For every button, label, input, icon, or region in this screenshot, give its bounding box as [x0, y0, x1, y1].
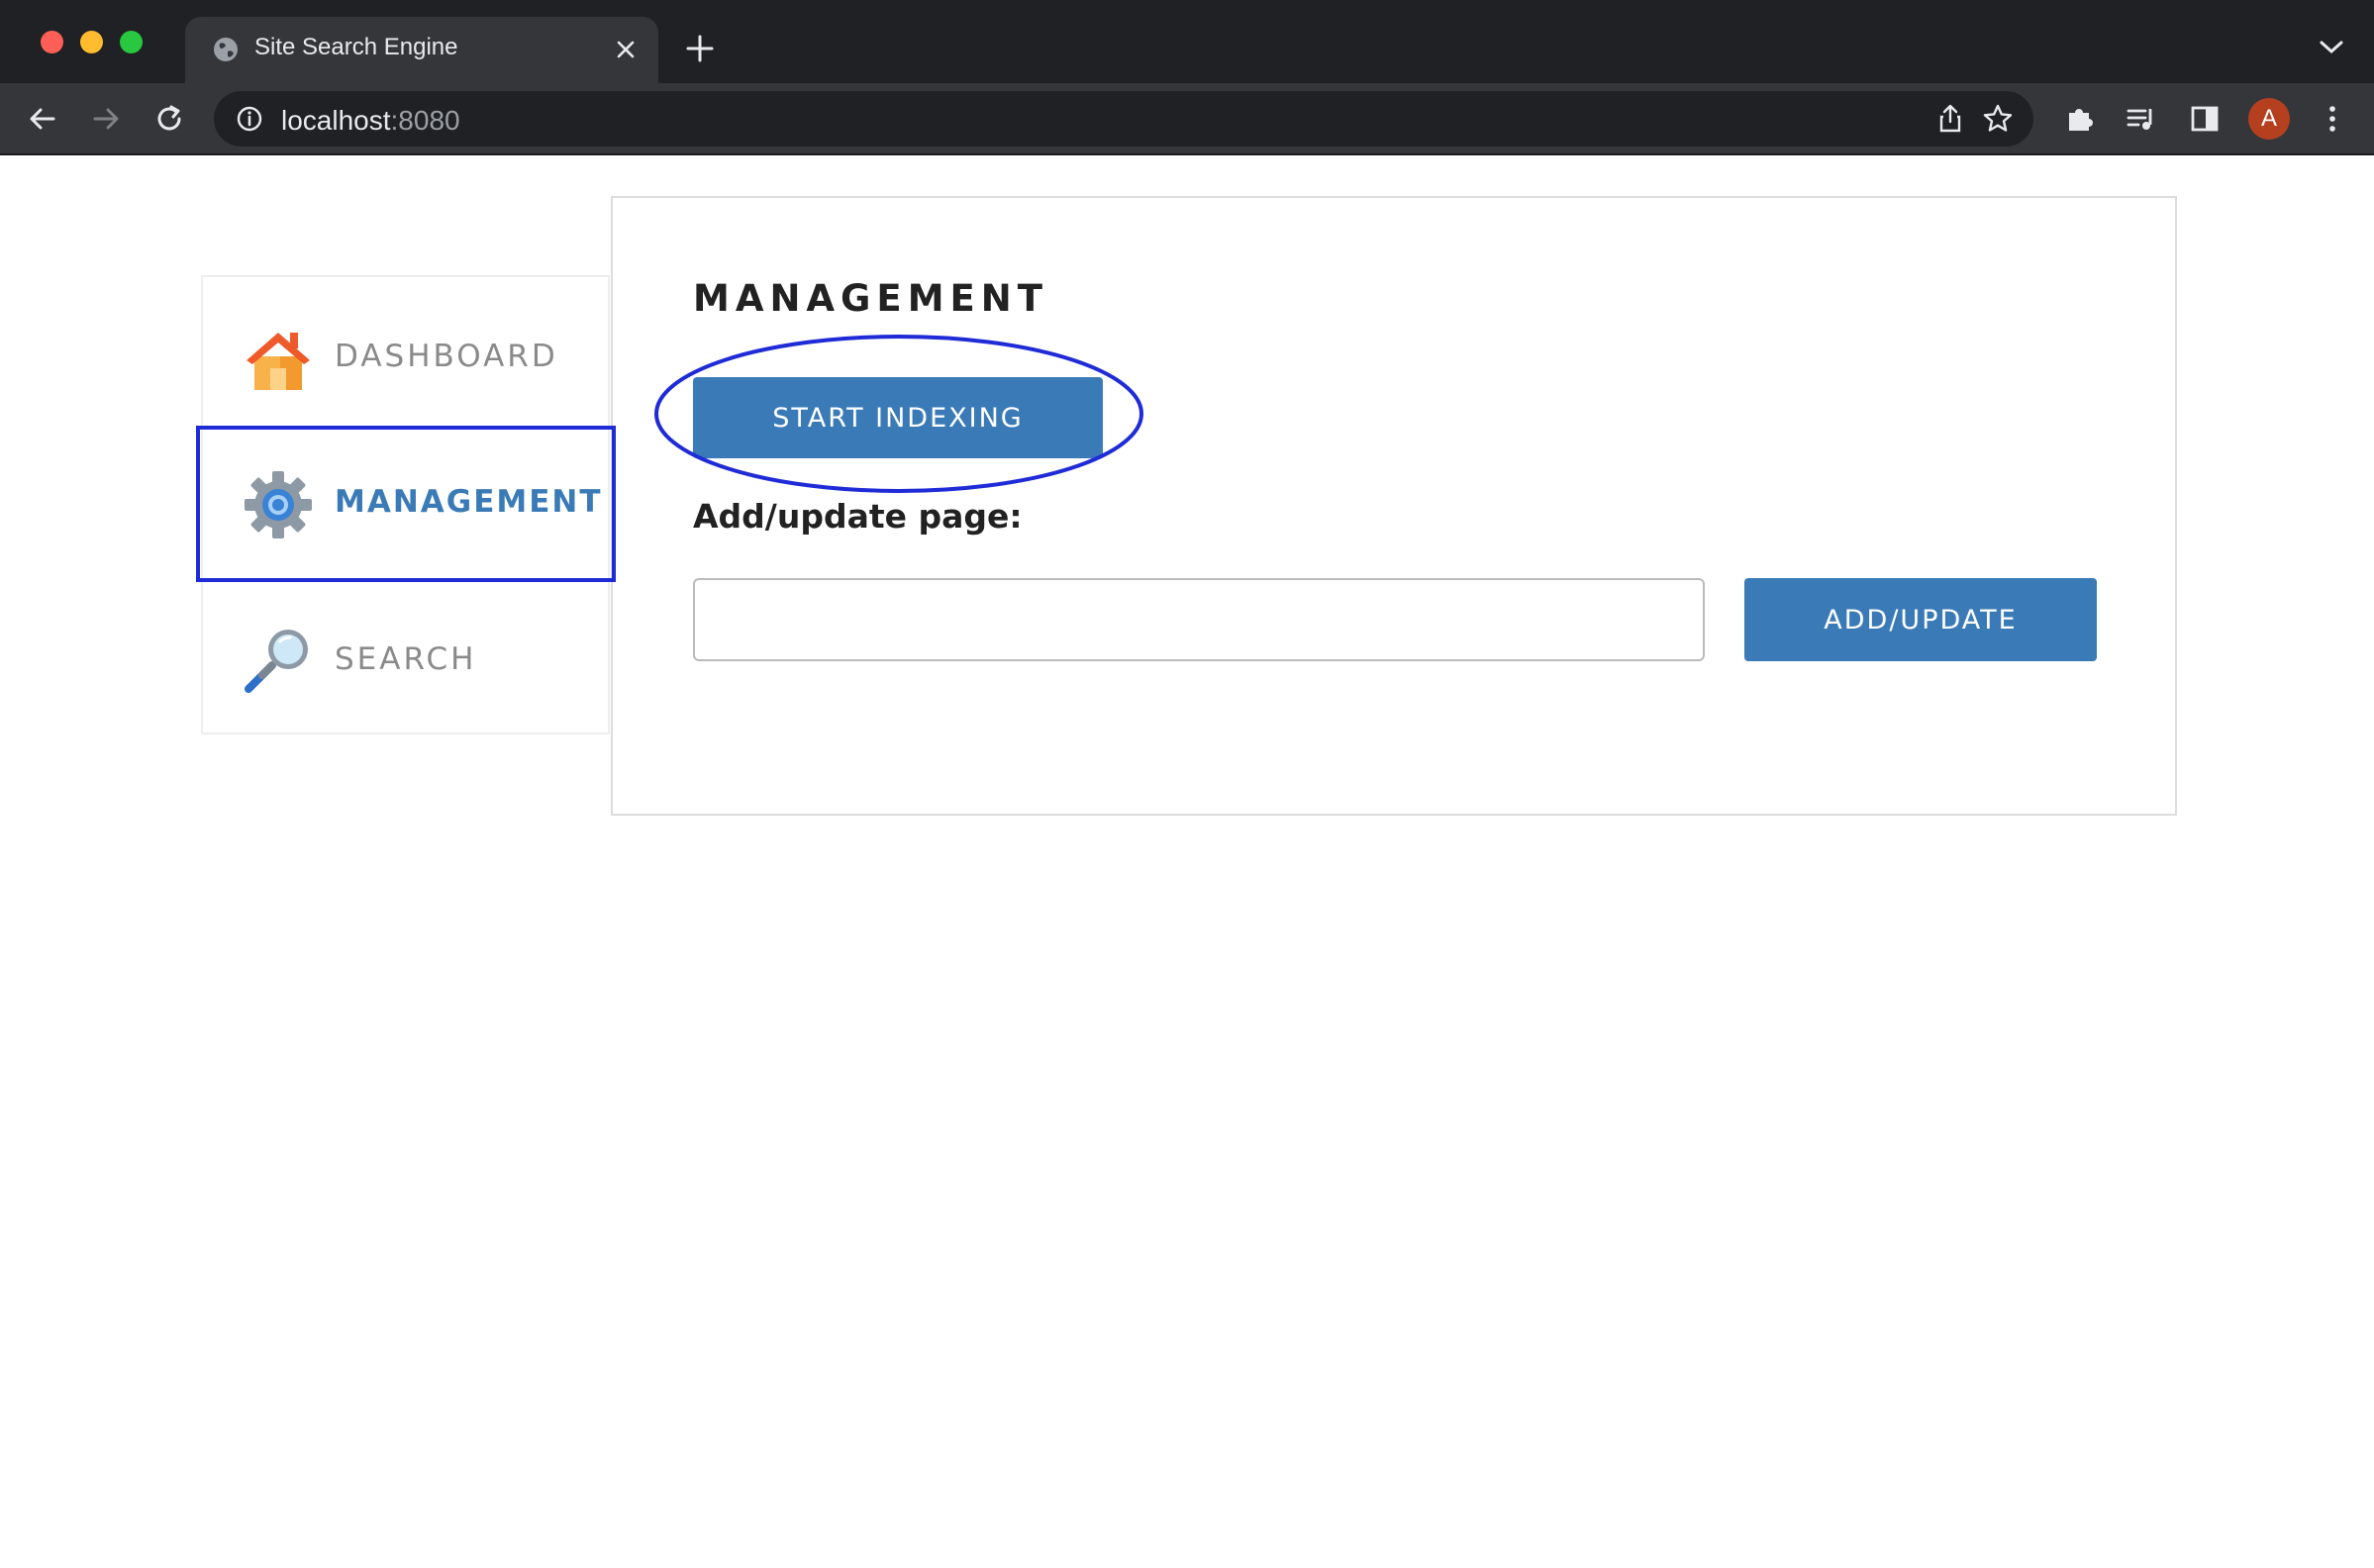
kebab-menu-icon[interactable] — [2317, 103, 2348, 135]
chevron-down-icon[interactable] — [2317, 38, 2346, 57]
magnifier-icon — [245, 630, 308, 693]
plus-icon[interactable] — [685, 34, 715, 63]
chrome-divider — [0, 153, 2374, 155]
sidebar-item-search[interactable]: SEARCH — [203, 582, 612, 735]
side-panel-icon[interactable] — [2189, 103, 2221, 135]
tab-title: Site Search Engine — [254, 34, 458, 60]
annotation-highlight-rect — [196, 426, 616, 582]
back-arrow-icon[interactable] — [27, 103, 58, 135]
address-bar[interactable]: localhost:8080 — [214, 91, 2033, 147]
sidebar-item-label: DASHBOARD — [335, 339, 558, 374]
globe-icon — [214, 38, 238, 61]
window-close-dot[interactable] — [41, 31, 63, 53]
forward-arrow-icon[interactable] — [90, 103, 122, 135]
profile-avatar[interactable]: A — [2248, 98, 2290, 140]
close-icon[interactable] — [613, 37, 639, 62]
reload-icon[interactable] — [153, 103, 185, 135]
url-text: localhost:8080 — [281, 105, 460, 137]
star-icon[interactable] — [1982, 103, 2014, 135]
url-port: :8080 — [390, 105, 460, 136]
page-url-input[interactable] — [693, 578, 1705, 661]
browser-titlebar: Site Search Engine — [0, 0, 2374, 83]
url-host: localhost — [281, 105, 391, 136]
house-icon — [247, 333, 310, 390]
sidebar-item-label: SEARCH — [335, 641, 477, 677]
add-update-button[interactable]: ADD/UPDATE — [1744, 578, 2097, 661]
media-icon[interactable] — [2126, 103, 2157, 135]
page-title: MANAGEMENT — [693, 277, 1048, 320]
sidebar-item-dashboard[interactable]: DASHBOARD — [203, 277, 612, 430]
annotation-highlight-ellipse — [654, 335, 1143, 493]
puzzle-icon[interactable] — [2063, 103, 2095, 135]
share-icon[interactable] — [1934, 103, 1966, 135]
management-panel: MANAGEMENT START INDEXING Add/update pag… — [611, 196, 2177, 816]
add-update-label: Add/update page: — [693, 497, 1023, 536]
browser-toolbar: localhost:8080 A — [0, 83, 2374, 154]
window-zoom-dot[interactable] — [120, 31, 143, 53]
window-minimize-dot[interactable] — [80, 31, 103, 53]
info-icon[interactable] — [234, 103, 265, 135]
browser-tab[interactable]: Site Search Engine — [185, 17, 658, 83]
